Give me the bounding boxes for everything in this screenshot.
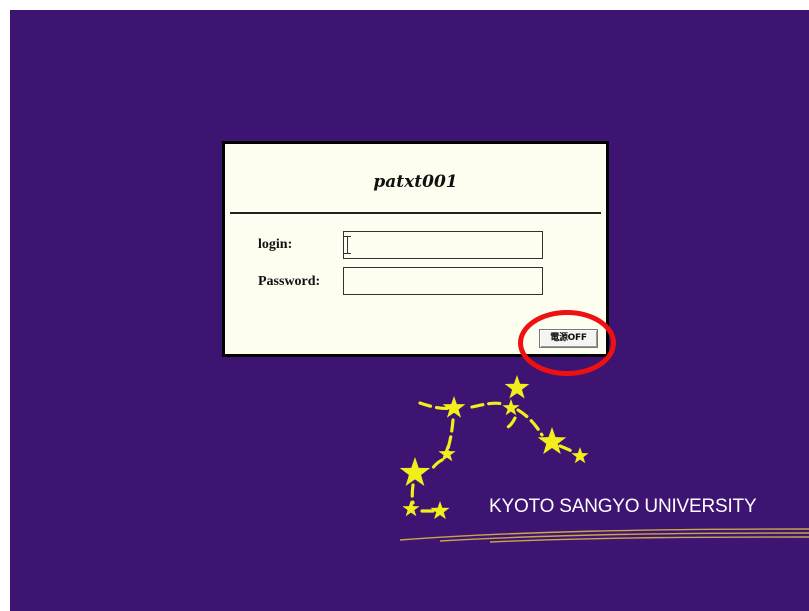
title-divider	[230, 212, 601, 214]
login-input[interactable]	[343, 231, 543, 259]
university-name: KYOTO SANGYO UNIVERSITY	[489, 496, 757, 517]
host-title: patxt001	[373, 172, 458, 192]
password-label: Password:	[258, 274, 321, 289]
decorative-gold-lines	[400, 528, 809, 543]
password-input[interactable]	[343, 267, 543, 295]
login-label: login:	[258, 237, 293, 252]
highlight-circle	[518, 310, 616, 376]
text-cursor-icon	[344, 236, 351, 254]
